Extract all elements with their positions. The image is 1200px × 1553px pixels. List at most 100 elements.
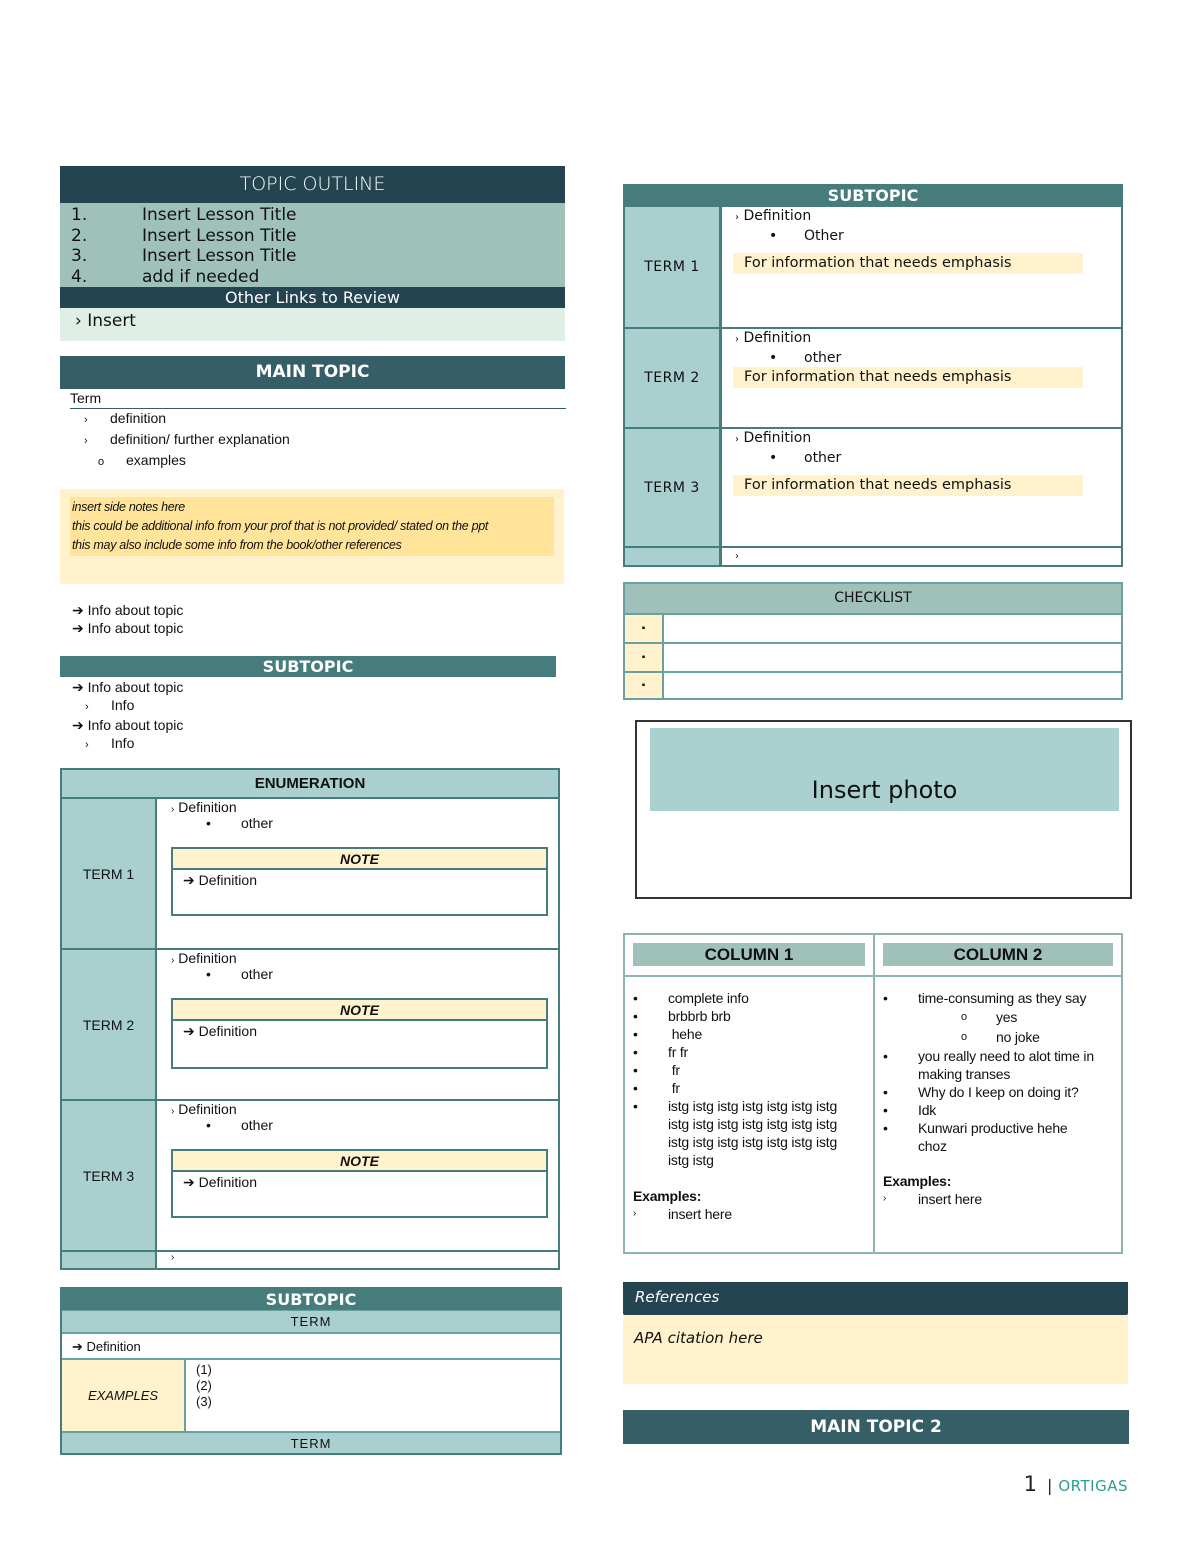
outline-item-number: 3.	[71, 246, 88, 266]
bullet-icon: •	[633, 1008, 638, 1024]
enumeration-row: TERM 3 › Definition • other NOTE ➔ Defini…	[61, 1100, 559, 1252]
emphasis-box: For information that needs emphasis	[733, 367, 1083, 388]
bullet-icon: •	[633, 1026, 638, 1042]
photo-frame: Insert photo	[635, 720, 1132, 899]
column-item: istg istg istg istg istg istg istg istg …	[668, 1098, 838, 1168]
other-text: other	[241, 815, 273, 831]
column-2: COLUMN 2 • time-consuming as they say o ye…	[873, 935, 1121, 1252]
chevron-right-icon: ›	[84, 414, 88, 426]
chevron-right-icon: ›	[633, 1208, 637, 1219]
chevron-right-icon: ›	[171, 955, 175, 966]
bullet-icon: •	[883, 1102, 888, 1118]
enumeration-row: TERM 2 › Definition • other NOTE ➔ Defini…	[61, 949, 559, 1101]
term-label: TERM	[62, 1431, 560, 1453]
subtopic-examples-table: SUBTOPIC TERM ➔ Definition EXAMPLES (1) …	[60, 1287, 562, 1455]
arrow-right-icon: ➔	[72, 1339, 83, 1354]
subtopic-heading: SUBTOPIC	[60, 656, 556, 677]
main-topic-2-heading: MAIN TOPIC 2	[623, 1410, 1129, 1444]
note-text: Definition	[198, 872, 257, 888]
bullet-icon: •	[769, 228, 778, 244]
arrow-right-icon: ➔	[183, 1023, 195, 1039]
footer-brand: ORTIGAS	[1058, 1477, 1128, 1495]
chevron-right-icon: ›	[735, 551, 739, 562]
checkbox-icon[interactable]: ▪	[625, 615, 664, 642]
column-item: time-consuming as they say	[918, 990, 1087, 1006]
chevron-right-icon: ›	[75, 311, 82, 331]
bullet-icon: •	[883, 1084, 888, 1100]
main-topic-heading: MAIN TOPIC	[60, 356, 565, 389]
page-number: 1	[1023, 1472, 1037, 1496]
other-text: other	[804, 450, 842, 466]
term-label: TERM 2	[625, 329, 722, 427]
checklist-item[interactable]: ▪	[625, 642, 1121, 671]
checklist-item-text	[664, 615, 1121, 642]
column-item: Kunwari productive hehe choz	[918, 1120, 1068, 1154]
column-item: fr	[668, 1062, 680, 1078]
checkbox-icon[interactable]: ▪	[625, 673, 664, 698]
emphasis-box: For information that needs emphasis	[733, 475, 1083, 496]
example-item: insert here	[668, 1206, 732, 1222]
page-footer: 1 | ORTIGAS	[1024, 1472, 1128, 1496]
example-item: insert here	[918, 1191, 982, 1207]
column-item: Why do I keep on doing it?	[918, 1084, 1079, 1100]
arrow-right-icon: ➔	[72, 717, 84, 733]
example-item: (1)	[196, 1362, 212, 1377]
info-text: Info about topic	[87, 620, 184, 636]
topic-outline-title: TOPIC OUTLINE	[60, 166, 565, 203]
bullet-icon: •	[633, 1080, 638, 1096]
chevron-right-icon: ›	[735, 434, 739, 445]
definition-text: Definition	[86, 1339, 141, 1354]
note-box: NOTE ➔ Definition	[171, 998, 548, 1069]
info-text: Info about topic	[87, 679, 184, 695]
checklist: CHECKLIST ▪ ▪ ▪	[623, 582, 1123, 700]
note-title: NOTE	[173, 849, 546, 870]
arrow-right-icon: ➔	[72, 602, 84, 618]
bullet-icon: •	[206, 1117, 211, 1133]
example-item: (3)	[196, 1394, 212, 1409]
circle-bullet-icon: o	[961, 1011, 967, 1023]
emphasis-box: For information that needs emphasis	[733, 253, 1083, 274]
examples-label: Examples:	[883, 1173, 952, 1189]
outline-item-number: 2.	[71, 225, 88, 246]
chevron-right-icon: ›	[735, 334, 739, 345]
bullet-text: examples	[126, 452, 186, 468]
link-item[interactable]: Insert	[87, 311, 136, 331]
term-row: TERM 3 › Definition • other For informati…	[625, 427, 1121, 546]
topic-outline: TOPIC OUTLINE 1. Insert Lesson Title 2. In…	[60, 166, 565, 341]
checklist-item[interactable]: ▪	[625, 671, 1121, 698]
checklist-item[interactable]: ▪	[625, 613, 1121, 642]
footer-separator: |	[1046, 1476, 1053, 1495]
column-item: complete info	[668, 990, 749, 1006]
references-body: APA citation here	[623, 1315, 1128, 1384]
example-item: (2)	[196, 1378, 212, 1393]
outline-item[interactable]: 3. Insert Lesson Title	[60, 246, 565, 267]
bullet-icon: •	[883, 1120, 888, 1136]
two-column-table: COLUMN 1 • complete info • brbbrb brb • he…	[623, 933, 1123, 1254]
checkbox-icon[interactable]: ▪	[625, 644, 664, 671]
outline-item-label: Insert Lesson Title	[142, 225, 297, 246]
checklist-title: CHECKLIST	[625, 584, 1121, 613]
term-label: TERM 3	[625, 429, 722, 546]
column-item: you really need to alot time in making t…	[918, 1048, 1094, 1082]
term-label: TERM 3	[61, 1100, 157, 1252]
arrow-right-icon: ➔	[183, 872, 195, 888]
bullet-icon: •	[769, 350, 778, 366]
examples-label: Examples:	[633, 1188, 702, 1204]
other-text: other	[804, 350, 842, 366]
chevron-right-icon: ›	[171, 804, 175, 815]
bullet-icon: •	[633, 1098, 638, 1114]
bullet-icon: •	[883, 990, 888, 1006]
outline-item-number: 1.	[71, 205, 88, 225]
outline-item[interactable]: 2. Insert Lesson Title	[60, 226, 565, 247]
term-label: TERM 1	[61, 798, 157, 950]
term-row: TERM 2 › Definition • other For informati…	[625, 327, 1121, 427]
arrow-right-icon: ➔	[183, 1174, 195, 1190]
references-box: References APA citation here	[623, 1282, 1128, 1384]
bullet-icon: •	[206, 966, 211, 982]
note-text: Definition	[198, 1174, 257, 1190]
outline-item[interactable]: 4. add if needed	[60, 267, 565, 288]
subtopic-heading: SUBTOPIC	[62, 1289, 560, 1310]
photo-placeholder[interactable]: Insert photo	[650, 728, 1119, 811]
arrow-right-icon: ➔	[72, 679, 84, 695]
outline-item[interactable]: 1. Insert Lesson Title	[60, 205, 565, 226]
